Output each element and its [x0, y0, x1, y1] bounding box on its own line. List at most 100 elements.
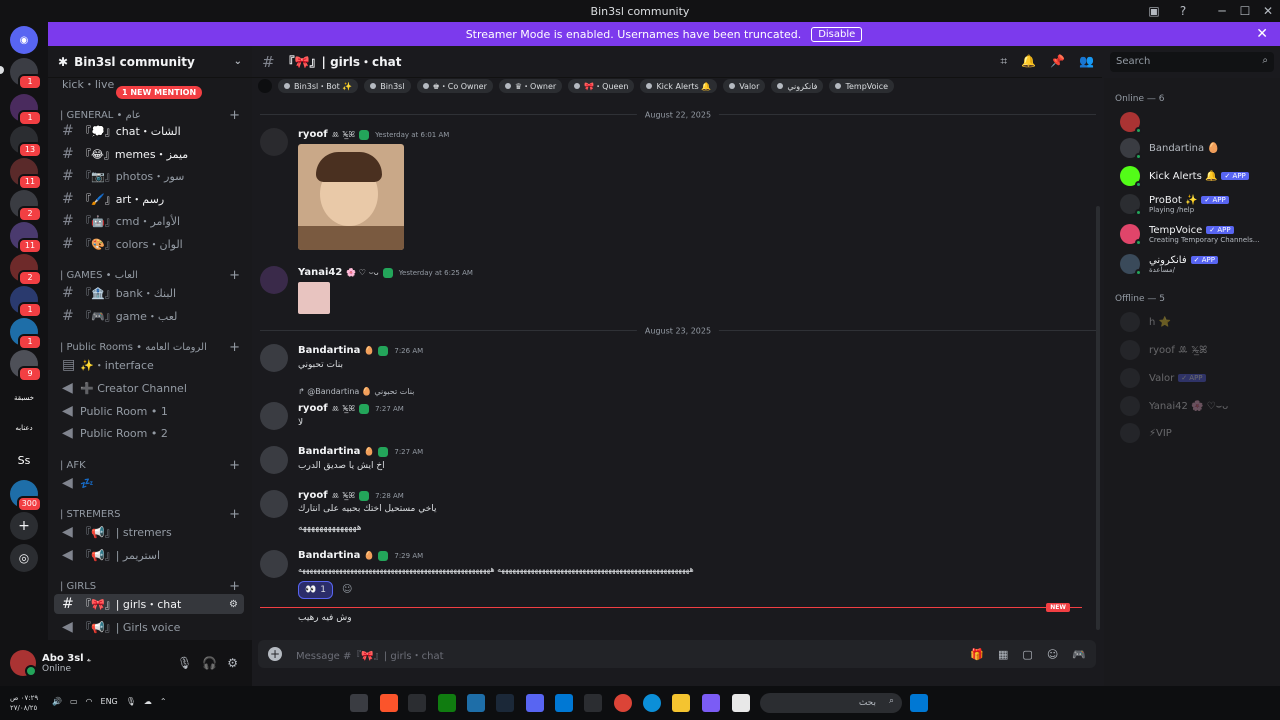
clock[interactable]: ٠٧:٢٩ ص ٢٧/٠٨/٢٥	[10, 693, 38, 713]
close-icon[interactable]: ✕	[1256, 26, 1268, 42]
member-item[interactable]: ProBot ✨ ✓ APP Playing /help	[1120, 194, 1276, 216]
server-icon[interactable]: Ss	[10, 446, 38, 474]
image-attachment[interactable]	[298, 144, 404, 250]
discord-icon[interactable]	[526, 694, 544, 712]
chevron-up-icon[interactable]: ⌃	[160, 697, 167, 706]
avatar[interactable]	[260, 402, 288, 430]
brave-icon[interactable]	[380, 694, 398, 712]
role-chip[interactable]: TempVoice	[829, 79, 895, 93]
close-window-button[interactable]: ✕	[1256, 0, 1280, 22]
server-icon[interactable]: 1	[10, 94, 42, 126]
add-server-icon[interactable]: +	[10, 512, 38, 540]
message-author[interactable]: Bandartina	[298, 446, 360, 457]
gif-icon[interactable]: ▦	[998, 648, 1008, 661]
avatar[interactable]	[260, 344, 288, 372]
member-list-icon[interactable]: 👥	[1079, 54, 1094, 69]
add-channel-icon[interactable]: +	[229, 507, 240, 522]
channel-photos[interactable]: # 『📷』photos・سور	[54, 166, 244, 186]
server-icon[interactable]: 1	[10, 318, 42, 350]
member-item[interactable]	[1120, 112, 1276, 134]
category-girls[interactable]: | GIRLS +	[60, 579, 240, 594]
minimize-button[interactable]: ─	[1210, 0, 1234, 22]
category-stremers[interactable]: | STREMERS +	[60, 507, 240, 522]
member-item[interactable]: فانكروني ✓ APP مساعدة/	[1120, 254, 1276, 276]
server-icon[interactable]: 1	[10, 286, 42, 318]
volume-icon[interactable]: 🔊	[52, 697, 62, 706]
app-icon[interactable]	[408, 694, 426, 712]
image-attachment[interactable]	[298, 282, 330, 314]
role-chip[interactable]: Valor	[723, 79, 766, 93]
app-icon[interactable]	[467, 694, 485, 712]
server-icon[interactable]: 13	[10, 126, 42, 158]
language-indicator[interactable]: ENG	[101, 697, 118, 706]
reply-preview[interactable]: ↱ @Bandartina 🥚 بنات تحبوني	[298, 387, 414, 396]
app-icon[interactable]	[732, 694, 750, 712]
message-author[interactable]: Yanai42	[298, 267, 342, 278]
maximize-button[interactable]: ☐	[1233, 0, 1257, 22]
avatar[interactable]	[260, 490, 288, 518]
member-item[interactable]: Kick Alerts 🔔 ✓ APP	[1120, 166, 1276, 188]
message-author[interactable]: Bandartina	[298, 550, 360, 561]
steam-icon[interactable]	[496, 694, 514, 712]
channel-colors[interactable]: # 『🎨』colors・الوان	[54, 234, 244, 254]
role-chip[interactable]: فانكروني	[771, 79, 824, 93]
avatar[interactable]	[260, 266, 288, 294]
avatar[interactable]	[260, 446, 288, 474]
network-icon[interactable]: ▭	[70, 697, 78, 706]
wifi-icon[interactable]: ◠	[86, 697, 93, 706]
message-author[interactable]: Bandartina	[298, 345, 360, 356]
server-icon[interactable]: 2	[10, 190, 42, 222]
role-chip[interactable]: Bin3sl	[364, 79, 411, 93]
server-icon[interactable]: خسبقة	[10, 384, 38, 412]
avatar[interactable]	[260, 550, 288, 578]
inbox-icon[interactable]: ▣	[1142, 0, 1166, 22]
category-public-rooms[interactable]: | Public Rooms • الرومات العامه +	[60, 340, 240, 355]
gear-icon[interactable]: ⚙	[227, 656, 238, 670]
windows-start-icon[interactable]	[910, 694, 928, 712]
message-author[interactable]: ryoof	[298, 403, 328, 414]
category-afk[interactable]: | AFK +	[60, 458, 240, 473]
message-composer[interactable]: + Message #『🎀』| girls・chat 🎁 ▦ ▢ ☺ 🎮	[258, 640, 1096, 668]
add-channel-icon[interactable]: +	[229, 458, 240, 473]
reaction-chip[interactable]: 👀 1	[298, 581, 333, 599]
add-channel-icon[interactable]: +	[229, 579, 240, 594]
channel-girls-voice[interactable]: ◀ 『📢』| Girls voice	[54, 617, 244, 637]
server-icon[interactable]: 2	[10, 254, 42, 286]
role-chip[interactable]: Bin3sl・Bot ✨	[278, 79, 359, 93]
role-chip[interactable]: ♚・Co Owner	[416, 79, 493, 93]
help-icon[interactable]: ?	[1171, 0, 1195, 22]
channel-interface[interactable]: ▤ ✨・interface	[54, 355, 244, 375]
channel-settings-icon[interactable]: ⚙	[229, 599, 238, 610]
xbox-icon[interactable]	[438, 694, 456, 712]
channel-art[interactable]: # 『🖌️』art・رسم	[54, 189, 244, 209]
chrome-icon[interactable]	[614, 694, 632, 712]
add-attachment-icon[interactable]: +	[268, 647, 282, 661]
channel-public-room-2[interactable]: ◀ Public Room • 2	[54, 423, 244, 443]
channel-game[interactable]: # 『🎮』game・لعب	[54, 306, 244, 326]
member-item[interactable]: h ⭐	[1120, 312, 1276, 332]
role-chip[interactable]: ♛・Owner	[498, 79, 563, 93]
message-author[interactable]: ryoof	[298, 490, 328, 501]
server-icon[interactable]: دعنابه	[10, 414, 38, 442]
add-channel-icon[interactable]: +	[229, 340, 240, 355]
file-explorer-icon[interactable]	[672, 694, 690, 712]
gift-icon[interactable]: 🎁	[970, 648, 984, 661]
message-author[interactable]: ryoof	[298, 129, 328, 140]
search-input[interactable]: Search ⌕	[1110, 52, 1274, 72]
channel-creator[interactable]: ◀ ➕ Creator Channel	[54, 378, 244, 398]
channel-chat[interactable]: # 『💭』chat・الشات	[54, 121, 244, 141]
sticker-icon[interactable]: ▢	[1022, 648, 1032, 661]
member-item[interactable]: ryoof ꔛ 𝕏̶̲ꕤ	[1120, 340, 1276, 360]
role-chip[interactable]: Kick Alerts 🔔	[640, 79, 718, 93]
server-icon[interactable]: 1	[10, 58, 42, 90]
headphones-icon[interactable]: 🎧	[202, 656, 217, 670]
member-item[interactable]: Yanai42 🌸 ♡⌣ᴗ	[1120, 396, 1276, 416]
apps-icon[interactable]: 🎮	[1072, 648, 1086, 661]
bell-icon[interactable]: 🔔	[1021, 54, 1036, 69]
scrollbar[interactable]	[1096, 206, 1100, 630]
threads-icon[interactable]: ⌗	[1000, 54, 1007, 69]
channel-cmd[interactable]: # 『🤖』cmd・الأوامر	[54, 211, 244, 231]
epic-games-icon[interactable]	[584, 694, 602, 712]
home-icon[interactable]: ◉	[10, 26, 38, 54]
server-icon[interactable]: 11	[10, 222, 42, 254]
